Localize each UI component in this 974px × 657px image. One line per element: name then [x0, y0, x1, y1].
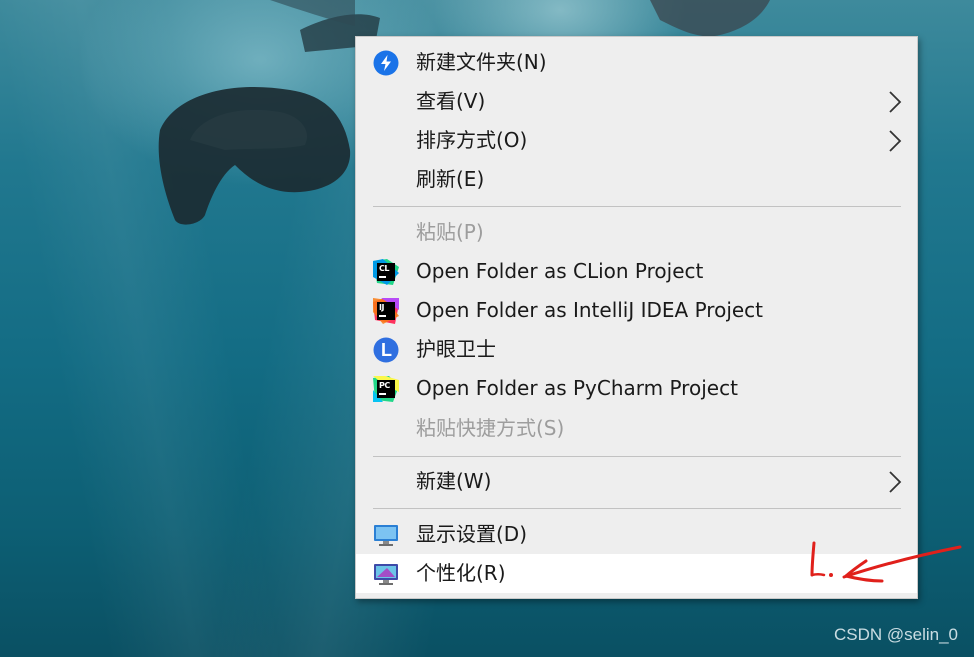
menu-separator	[373, 206, 901, 207]
menu-item-label: 粘贴(P)	[416, 220, 484, 244]
menu-item-label: 新建文件夹(N)	[416, 50, 547, 74]
menu-separator	[373, 456, 901, 457]
intellij-idea-icon: IJ	[373, 298, 399, 324]
menu-item-open-clion[interactable]: CL Open Folder as CLion Project	[356, 252, 917, 291]
menu-item-open-pycharm[interactable]: PC Open Folder as PyCharm Project	[356, 369, 917, 408]
eye-guard-icon-letter: L	[381, 340, 392, 360]
menu-item-label: 显示设置(D)	[416, 522, 528, 546]
csdn-watermark: CSDN @selin_0	[833, 625, 958, 644]
menu-item-new[interactable]: 新建(W)	[356, 462, 917, 501]
menu-item-label: 查看(V)	[416, 89, 486, 113]
red-arrow-annotation	[800, 535, 970, 599]
menu-item-label: Open Folder as IntelliJ IDEA Project	[416, 298, 764, 322]
display-settings-icon	[374, 525, 398, 546]
menu-item-refresh[interactable]: 刷新(E)	[356, 160, 917, 199]
menu-item-paste-shortcut[interactable]: 粘贴快捷方式(S)	[356, 409, 917, 448]
menu-item-label: 护眼卫士	[416, 337, 496, 361]
menu-item-new-folder[interactable]: 新建文件夹(N)	[356, 43, 917, 82]
personalize-icon	[374, 564, 398, 585]
menu-item-label: 粘贴快捷方式(S)	[416, 416, 565, 440]
desktop-context-menu: 新建文件夹(N) 查看(V) 排序方式(O) 刷新(E) 粘贴(P) CL Op…	[355, 36, 918, 599]
menu-item-label: 新建(W)	[416, 469, 492, 493]
menu-item-view[interactable]: 查看(V)	[356, 82, 917, 121]
menu-item-label: Open Folder as CLion Project	[416, 259, 704, 283]
menu-item-label: 排序方式(O)	[416, 128, 528, 152]
intellij-idea-icon-text: IJ	[379, 303, 384, 312]
new-folder-icon	[373, 50, 399, 76]
menu-item-paste[interactable]: 粘贴(P)	[356, 213, 917, 252]
menu-item-open-intellij[interactable]: IJ Open Folder as IntelliJ IDEA Project	[356, 291, 917, 330]
annotation-arrow-icon	[810, 541, 962, 583]
menu-separator	[373, 508, 901, 509]
menu-item-label: 刷新(E)	[416, 167, 485, 191]
chevron-right-icon	[889, 91, 902, 113]
menu-item-label: 个性化(R)	[416, 561, 506, 585]
menu-item-label: Open Folder as PyCharm Project	[416, 376, 738, 400]
pycharm-icon-text: PC	[379, 381, 390, 390]
pycharm-icon: PC	[373, 376, 399, 402]
menu-item-sort-by[interactable]: 排序方式(O)	[356, 121, 917, 160]
clion-icon-text: CL	[379, 264, 389, 273]
clion-icon: CL	[373, 259, 399, 285]
chevron-right-icon	[889, 130, 902, 152]
menu-item-eye-guard[interactable]: L 护眼卫士	[356, 330, 917, 369]
chevron-right-icon	[889, 471, 902, 493]
